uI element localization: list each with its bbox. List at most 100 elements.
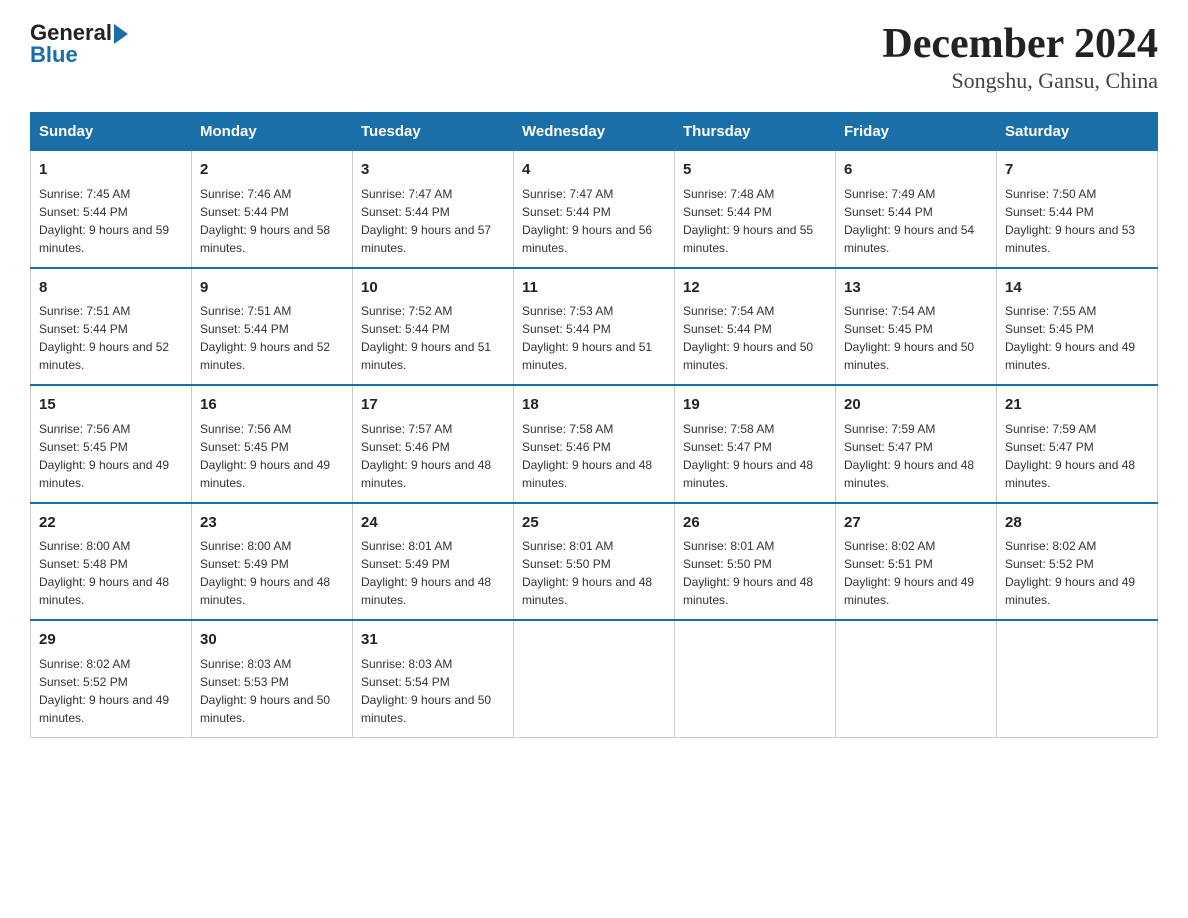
daylight-text: Daylight: 9 hours and 48 minutes. xyxy=(361,458,491,490)
sunset-text: Sunset: 5:44 PM xyxy=(683,205,772,219)
calendar-cell: 19Sunrise: 7:58 AMSunset: 5:47 PMDayligh… xyxy=(675,385,836,503)
daylight-text: Daylight: 9 hours and 49 minutes. xyxy=(39,693,169,725)
calendar-cell: 23Sunrise: 8:00 AMSunset: 5:49 PMDayligh… xyxy=(192,503,353,621)
calendar-cell: 1Sunrise: 7:45 AMSunset: 5:44 PMDaylight… xyxy=(31,151,192,268)
calendar-cell: 26Sunrise: 8:01 AMSunset: 5:50 PMDayligh… xyxy=(675,503,836,621)
sunset-text: Sunset: 5:44 PM xyxy=(200,322,289,336)
calendar-cell: 2 Sunrise: 7:46 AM Sunset: 5:44 PM Daylight… xyxy=(192,151,353,268)
calendar-week-row: 15Sunrise: 7:56 AMSunset: 5:45 PMDayligh… xyxy=(31,385,1158,503)
day-number: 16 xyxy=(200,394,344,417)
logo-blue-text: Blue xyxy=(30,42,78,68)
sunrise-text: Sunrise: 7:49 AM xyxy=(844,187,935,201)
sunset-text: Sunset: 5:47 PM xyxy=(1005,440,1094,454)
sunrise-text: Sunrise: 7:56 AM xyxy=(200,422,291,436)
sunset-text: Sunset: 5:54 PM xyxy=(361,675,450,689)
calendar-cell: 6 Sunrise: 7:49 AM Sunset: 5:44 PM Daylight… xyxy=(836,151,997,268)
day-number: 31 xyxy=(361,629,505,652)
logo: General Blue xyxy=(30,20,128,68)
sunrise-text: Sunrise: 8:00 AM xyxy=(200,539,291,553)
calendar-cell: 7Sunrise: 7:50 AMSunset: 5:44 PMDaylight… xyxy=(997,151,1158,268)
day-number: 14 xyxy=(1005,277,1149,300)
daylight-text: Daylight: 9 hours and 49 minutes. xyxy=(1005,340,1135,372)
day-number: 12 xyxy=(683,277,827,300)
sunrise-text: Sunrise: 7:54 AM xyxy=(844,304,935,318)
calendar-cell: 8Sunrise: 7:51 AMSunset: 5:44 PMDaylight… xyxy=(31,268,192,386)
sunrise-text: Sunrise: 7:46 AM xyxy=(200,187,291,201)
sunrise-text: Sunrise: 7:52 AM xyxy=(361,304,452,318)
title-block: December 2024 Songshu, Gansu, China xyxy=(882,20,1158,94)
calendar-header-wednesday: Wednesday xyxy=(514,113,675,151)
calendar-cell: 22Sunrise: 8:00 AMSunset: 5:48 PMDayligh… xyxy=(31,503,192,621)
sunrise-text: Sunrise: 8:03 AM xyxy=(361,657,452,671)
calendar-cell: 4Sunrise: 7:47 AMSunset: 5:44 PMDaylight… xyxy=(514,151,675,268)
daylight-text: Daylight: 9 hours and 51 minutes. xyxy=(522,340,652,372)
daylight-text: Daylight: 9 hours and 48 minutes. xyxy=(683,575,813,607)
sunset-text: Sunset: 5:44 PM xyxy=(39,205,128,219)
sunrise-text: Sunrise: 8:01 AM xyxy=(522,539,613,553)
calendar-cell: 12Sunrise: 7:54 AMSunset: 5:44 PMDayligh… xyxy=(675,268,836,386)
sunset-text: Sunset: 5:45 PM xyxy=(39,440,128,454)
day-number: 2 xyxy=(200,159,344,182)
sunrise-text: Sunrise: 7:47 AM xyxy=(522,187,613,201)
sunset-text: Sunset: 5:44 PM xyxy=(683,322,772,336)
daylight-text: Daylight: 9 hours and 50 minutes. xyxy=(361,693,491,725)
daylight-text: Daylight: 9 hours and 48 minutes. xyxy=(522,458,652,490)
daylight-text: Daylight: 9 hours and 56 minutes. xyxy=(522,223,652,255)
sunset-text: Sunset: 5:52 PM xyxy=(1005,557,1094,571)
calendar-header-friday: Friday xyxy=(836,113,997,151)
day-number: 6 xyxy=(844,159,988,182)
day-number: 24 xyxy=(361,512,505,535)
sunrise-text: Sunrise: 7:57 AM xyxy=(361,422,452,436)
daylight-text: Daylight: 9 hours and 48 minutes. xyxy=(39,575,169,607)
sunset-text: Sunset: 5:47 PM xyxy=(683,440,772,454)
daylight-text: Daylight: 9 hours and 54 minutes. xyxy=(844,223,974,255)
daylight-text: Daylight: 9 hours and 52 minutes. xyxy=(39,340,169,372)
sunset-text: Sunset: 5:52 PM xyxy=(39,675,128,689)
calendar-cell: 31 Sunrise: 8:03 AM Sunset: 5:54 PM Dayligh… xyxy=(353,620,514,737)
sunrise-text: Sunrise: 8:01 AM xyxy=(361,539,452,553)
calendar-cell: 15Sunrise: 7:56 AMSunset: 5:45 PMDayligh… xyxy=(31,385,192,503)
calendar-cell: 27Sunrise: 8:02 AMSunset: 5:51 PMDayligh… xyxy=(836,503,997,621)
sunrise-text: Sunrise: 7:58 AM xyxy=(522,422,613,436)
sunset-text: Sunset: 5:45 PM xyxy=(1005,322,1094,336)
day-number: 28 xyxy=(1005,512,1149,535)
daylight-text: Daylight: 9 hours and 57 minutes. xyxy=(361,223,491,255)
calendar-header-saturday: Saturday xyxy=(997,113,1158,151)
calendar-cell: 24Sunrise: 8:01 AMSunset: 5:49 PMDayligh… xyxy=(353,503,514,621)
calendar-cell: 25Sunrise: 8:01 AMSunset: 5:50 PMDayligh… xyxy=(514,503,675,621)
daylight-text: Daylight: 9 hours and 58 minutes. xyxy=(200,223,330,255)
calendar-cell: 21Sunrise: 7:59 AMSunset: 5:47 PMDayligh… xyxy=(997,385,1158,503)
sunset-text: Sunset: 5:44 PM xyxy=(361,322,450,336)
sunset-text: Sunset: 5:44 PM xyxy=(1005,205,1094,219)
sunrise-text: Sunrise: 7:51 AM xyxy=(200,304,291,318)
sunset-text: Sunset: 5:49 PM xyxy=(200,557,289,571)
calendar-week-row: 22Sunrise: 8:00 AMSunset: 5:48 PMDayligh… xyxy=(31,503,1158,621)
day-number: 9 xyxy=(200,277,344,300)
daylight-text: Daylight: 9 hours and 59 minutes. xyxy=(39,223,169,255)
daylight-text: Daylight: 9 hours and 49 minutes. xyxy=(1005,575,1135,607)
sunrise-text: Sunrise: 8:01 AM xyxy=(683,539,774,553)
sunset-text: Sunset: 5:49 PM xyxy=(361,557,450,571)
sunrise-text: Sunrise: 7:54 AM xyxy=(683,304,774,318)
sunrise-text: Sunrise: 7:50 AM xyxy=(1005,187,1096,201)
page-subtitle: Songshu, Gansu, China xyxy=(882,68,1158,94)
day-number: 23 xyxy=(200,512,344,535)
daylight-text: Daylight: 9 hours and 55 minutes. xyxy=(683,223,813,255)
day-number: 22 xyxy=(39,512,183,535)
day-number: 1 xyxy=(39,159,183,182)
sunrise-text: Sunrise: 8:02 AM xyxy=(39,657,130,671)
day-number: 4 xyxy=(522,159,666,182)
calendar-cell xyxy=(997,620,1158,737)
daylight-text: Daylight: 9 hours and 49 minutes. xyxy=(200,458,330,490)
daylight-text: Daylight: 9 hours and 48 minutes. xyxy=(522,575,652,607)
sunset-text: Sunset: 5:44 PM xyxy=(844,205,933,219)
day-number: 25 xyxy=(522,512,666,535)
day-number: 17 xyxy=(361,394,505,417)
calendar-cell: 13Sunrise: 7:54 AMSunset: 5:45 PMDayligh… xyxy=(836,268,997,386)
sunrise-text: Sunrise: 8:02 AM xyxy=(844,539,935,553)
sunrise-text: Sunrise: 7:59 AM xyxy=(844,422,935,436)
calendar-cell: 9Sunrise: 7:51 AMSunset: 5:44 PMDaylight… xyxy=(192,268,353,386)
calendar-cell: 16Sunrise: 7:56 AMSunset: 5:45 PMDayligh… xyxy=(192,385,353,503)
sunset-text: Sunset: 5:44 PM xyxy=(200,205,289,219)
sunset-text: Sunset: 5:44 PM xyxy=(39,322,128,336)
